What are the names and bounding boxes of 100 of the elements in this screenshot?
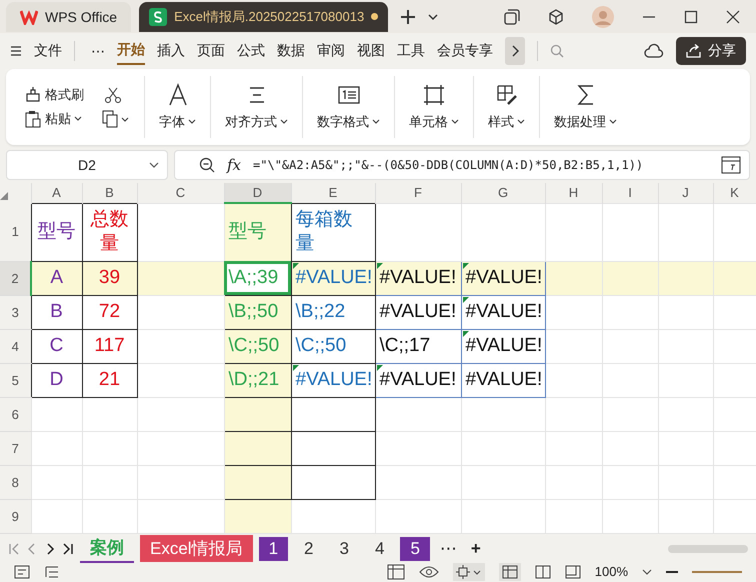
table-cell: \B;;22 bbox=[291, 295, 375, 329]
menu-icon[interactable] bbox=[10, 45, 22, 57]
column-header[interactable]: I bbox=[602, 183, 658, 203]
ribbon-button[interactable]: 数据处理 bbox=[554, 83, 617, 131]
ribbon-button[interactable]: 数字格式 bbox=[317, 83, 380, 131]
column-header[interactable]: C bbox=[137, 183, 224, 203]
caret-icon bbox=[517, 119, 525, 125]
sheet-tab[interactable]: 5 bbox=[400, 536, 430, 560]
row-header[interactable]: 6 bbox=[0, 397, 31, 431]
formula-field[interactable]: fx ="\"&A2:A5&";;"&--(0&50-DDB(COLUMN(A:D)*50,B2:B5,1,1)) bbox=[174, 150, 750, 180]
ribbon-tab[interactable]: 工具 bbox=[397, 38, 425, 64]
row-header[interactable]: 3 bbox=[0, 295, 31, 329]
more-sheets-button[interactable]: ⋯ bbox=[436, 538, 461, 558]
zoom-level[interactable]: 100% bbox=[594, 564, 628, 579]
cloud-icon[interactable] bbox=[644, 43, 664, 59]
function-panel-icon[interactable] bbox=[721, 156, 741, 174]
ribbon-button[interactable]: 单元格 bbox=[409, 83, 459, 131]
page-view-icon[interactable] bbox=[564, 564, 581, 578]
row-header[interactable]: 4 bbox=[0, 329, 31, 363]
ribbon-tab[interactable]: 审阅 bbox=[317, 38, 345, 64]
chevron-down-icon[interactable] bbox=[428, 12, 438, 20]
row-header[interactable]: 8 bbox=[0, 465, 31, 499]
copy-icon[interactable] bbox=[102, 110, 130, 128]
sheet-tab[interactable]: 1 bbox=[258, 536, 288, 560]
table-cell: #VALUE! bbox=[291, 261, 375, 295]
ribbon-tab[interactable]: 页面 bbox=[197, 38, 225, 64]
table-cell: \C;;50 bbox=[224, 329, 291, 363]
window-tab[interactable]: Excel情报局.2025022517080013 bbox=[139, 2, 388, 32]
column-header[interactable]: B bbox=[82, 183, 137, 203]
sheet-tab[interactable]: 2 bbox=[294, 536, 324, 560]
share-button[interactable]: 分享 bbox=[676, 37, 746, 65]
ribbon-tab[interactable]: 数据 bbox=[277, 38, 305, 64]
row-header[interactable]: 5 bbox=[0, 363, 31, 397]
table-cell: \C;;50 bbox=[291, 329, 375, 363]
table-view-icon[interactable] bbox=[386, 564, 405, 580]
close-icon[interactable] bbox=[726, 10, 740, 24]
sheet-tab[interactable]: Excel情报局 bbox=[140, 535, 253, 562]
column-header[interactable]: A bbox=[31, 183, 82, 203]
table-cell: #VALUE! bbox=[461, 329, 545, 363]
caret-icon bbox=[372, 119, 380, 125]
name-box[interactable]: D2 bbox=[6, 150, 168, 180]
sheet-tab[interactable]: 4 bbox=[364, 536, 394, 560]
column-header[interactable]: G bbox=[461, 183, 545, 203]
table-cell: C bbox=[31, 329, 82, 363]
add-sheet-button[interactable]: + bbox=[466, 538, 485, 558]
macro-icon[interactable] bbox=[14, 564, 30, 578]
scroll-right-button[interactable] bbox=[505, 37, 525, 65]
eye-icon[interactable] bbox=[418, 564, 439, 578]
chevron-down-icon[interactable] bbox=[642, 568, 652, 576]
scissors-icon[interactable] bbox=[104, 86, 122, 104]
share-icon bbox=[686, 44, 702, 58]
last-sheet-icon[interactable] bbox=[62, 542, 74, 554]
windows-icon[interactable] bbox=[504, 8, 520, 24]
maximize-icon[interactable] bbox=[684, 10, 698, 24]
plus-icon[interactable] bbox=[400, 8, 416, 24]
column-header[interactable]: J bbox=[658, 183, 713, 203]
clipboard-icon bbox=[24, 110, 42, 128]
list-icon[interactable] bbox=[44, 564, 60, 578]
column-header[interactable]: K bbox=[713, 183, 756, 203]
normal-view-button[interactable] bbox=[498, 562, 521, 580]
ribbon-tab[interactable]: 视图 bbox=[357, 38, 385, 64]
row-header[interactable]: 2 bbox=[0, 261, 31, 295]
more-menu[interactable]: ⋯ bbox=[91, 42, 105, 60]
window-tab[interactable]: WPS Office bbox=[6, 2, 132, 32]
table-cell: 总数量 bbox=[82, 203, 137, 261]
horizontal-scrollbar[interactable] bbox=[668, 544, 748, 552]
wps-logo-icon bbox=[20, 8, 38, 24]
cube-icon[interactable] bbox=[548, 8, 564, 24]
ribbon-button[interactable]: 字体 bbox=[159, 83, 196, 131]
split-view-icon[interactable] bbox=[534, 564, 551, 578]
file-menu[interactable]: 文件 bbox=[34, 42, 62, 60]
table-cell: 型号 bbox=[224, 203, 291, 261]
paste-button[interactable]: 粘贴 bbox=[24, 110, 82, 128]
format-painter-button[interactable]: 格式刷 bbox=[24, 86, 84, 104]
zoom-out-icon[interactable] bbox=[199, 157, 215, 173]
row-header[interactable]: 9 bbox=[0, 499, 31, 533]
select-all-icon[interactable] bbox=[0, 192, 8, 200]
table-cell: 72 bbox=[82, 295, 137, 329]
sheet-tab[interactable]: 3 bbox=[330, 536, 359, 560]
chevron-right-icon bbox=[511, 45, 519, 57]
ribbon-tab[interactable]: 开始 bbox=[117, 37, 145, 65]
column-header[interactable]: F bbox=[375, 183, 461, 203]
tab-label: Excel情报局.2025022517080013 bbox=[174, 8, 364, 26]
column-header[interactable]: D bbox=[224, 183, 291, 203]
ribbon-tab[interactable]: 会员专享 bbox=[437, 38, 493, 64]
column-header[interactable]: H bbox=[545, 183, 602, 203]
row-header[interactable]: 1 bbox=[0, 203, 31, 261]
column-header[interactable]: E bbox=[291, 183, 375, 203]
ribbon-tab[interactable]: 公式 bbox=[237, 38, 265, 64]
caret-icon bbox=[451, 119, 459, 125]
focus-button[interactable] bbox=[452, 562, 485, 580]
minus-icon[interactable] bbox=[666, 570, 678, 574]
row-header[interactable]: 7 bbox=[0, 431, 31, 465]
style-icon bbox=[494, 83, 518, 107]
table-cell: \C;;17 bbox=[375, 329, 461, 363]
ribbon-button[interactable]: 样式 bbox=[488, 83, 525, 131]
ribbon-button[interactable]: 对齐方式 bbox=[225, 83, 288, 131]
table-cell: 39 bbox=[82, 261, 137, 295]
function-icon[interactable]: fx bbox=[227, 156, 242, 174]
ribbon-tab[interactable]: 插入 bbox=[157, 38, 185, 64]
